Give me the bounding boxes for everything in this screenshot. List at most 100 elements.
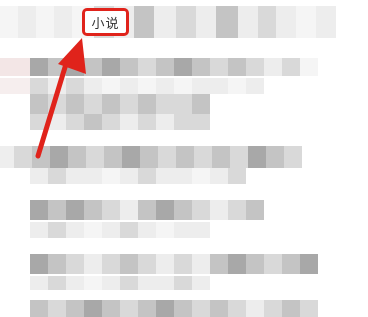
blurred-cell [48,94,66,114]
blurred-cell [228,200,246,220]
blurred-cell [120,94,138,114]
blurred-row [30,168,246,184]
blurred-cell [14,146,32,168]
blurred-cell [120,78,138,94]
blurred-cell [102,200,120,220]
blurred-row [30,58,318,76]
blurred-cell [120,168,138,184]
blurred-cell [212,146,230,168]
blurred-cell [120,276,138,290]
blurred-cell [48,78,66,94]
blurred-cell [84,58,102,76]
blurred-cell [66,254,84,274]
blurred-cell [258,6,276,38]
blurred-cell [18,6,36,38]
blurred-cell [0,78,30,94]
blurred-row [14,146,302,168]
blurred-cell [0,146,14,168]
blurred-cell [66,222,84,238]
blurred-row [30,78,264,94]
blurred-cell [120,200,138,220]
blurred-cell [48,300,66,317]
blurred-cell [156,94,174,114]
blurred-cell [194,146,212,168]
blurred-cell [174,254,192,274]
blurred-cell [192,94,210,114]
blurred-cell [84,222,102,238]
blurred-cell [102,114,120,130]
blurred-cell [102,276,120,290]
blurred-cell [246,254,264,274]
blurred-cell [86,146,104,168]
blurred-cell [48,222,66,238]
blurred-cell [66,58,84,76]
blurred-cell [266,146,284,168]
blurred-cell [0,58,30,76]
blurred-cell [276,6,296,38]
blurred-cell [102,58,120,76]
blurred-row [30,94,210,114]
tab-novel[interactable]: 小说 [82,8,129,36]
blurred-cell [138,222,156,238]
blurred-cell [66,200,84,220]
blurred-cell [48,276,66,290]
blurred-cell [84,94,102,114]
blurred-cell [174,168,192,184]
blurred-cell [300,58,318,76]
blurred-cell [156,114,174,130]
blurred-cell [84,276,102,290]
blurred-cell [68,146,86,168]
blurred-cell [66,94,84,114]
blurred-cell [120,114,138,130]
blurred-cell [174,300,192,317]
blurred-cell [316,6,336,38]
blurred-cell [156,276,174,290]
blurred-cell [216,6,238,38]
blurred-cell [174,58,192,76]
blurred-row [30,276,210,290]
blurred-cell [102,168,120,184]
blurred-cell [210,200,228,220]
blurred-cell [176,6,196,38]
blurred-cell [210,78,228,94]
blurred-row [30,300,318,317]
blurred-cell [36,6,54,38]
blurred-cell [138,300,156,317]
blurred-cell [246,200,264,220]
blurred-cell [176,146,194,168]
blurred-cell [48,114,66,130]
blurred-cell [102,78,120,94]
blurred-cell [192,168,210,184]
blurred-cell [138,114,156,130]
blurred-cell [30,254,48,274]
blurred-cell [66,168,84,184]
blurred-cell [102,94,120,114]
blurred-cell [48,254,66,274]
blurred-cell [174,94,192,114]
blurred-cell [30,200,48,220]
blurred-cell [120,222,138,238]
blurred-cell [102,300,120,317]
blurred-cell [228,78,246,94]
blurred-cell [30,276,48,290]
blurred-cell [300,254,318,274]
blurred-cell [210,300,228,317]
blurred-cell [192,254,210,274]
blurred-cell [156,222,174,238]
blurred-row [30,222,210,238]
blurred-cell [138,58,156,76]
blurred-cell [192,78,210,94]
blurred-cell [282,300,300,317]
blurred-cell [174,78,192,94]
blurred-cell [104,146,122,168]
blurred-cell [138,254,156,274]
blurred-cell [66,276,84,290]
blurred-cell [156,254,174,274]
blurred-cell [192,58,210,76]
blurred-cell [156,200,174,220]
blurred-cell [192,300,210,317]
blurred-cell [30,114,48,130]
blurred-cell [122,146,140,168]
blurred-cell [50,146,68,168]
blurred-cell [228,300,246,317]
